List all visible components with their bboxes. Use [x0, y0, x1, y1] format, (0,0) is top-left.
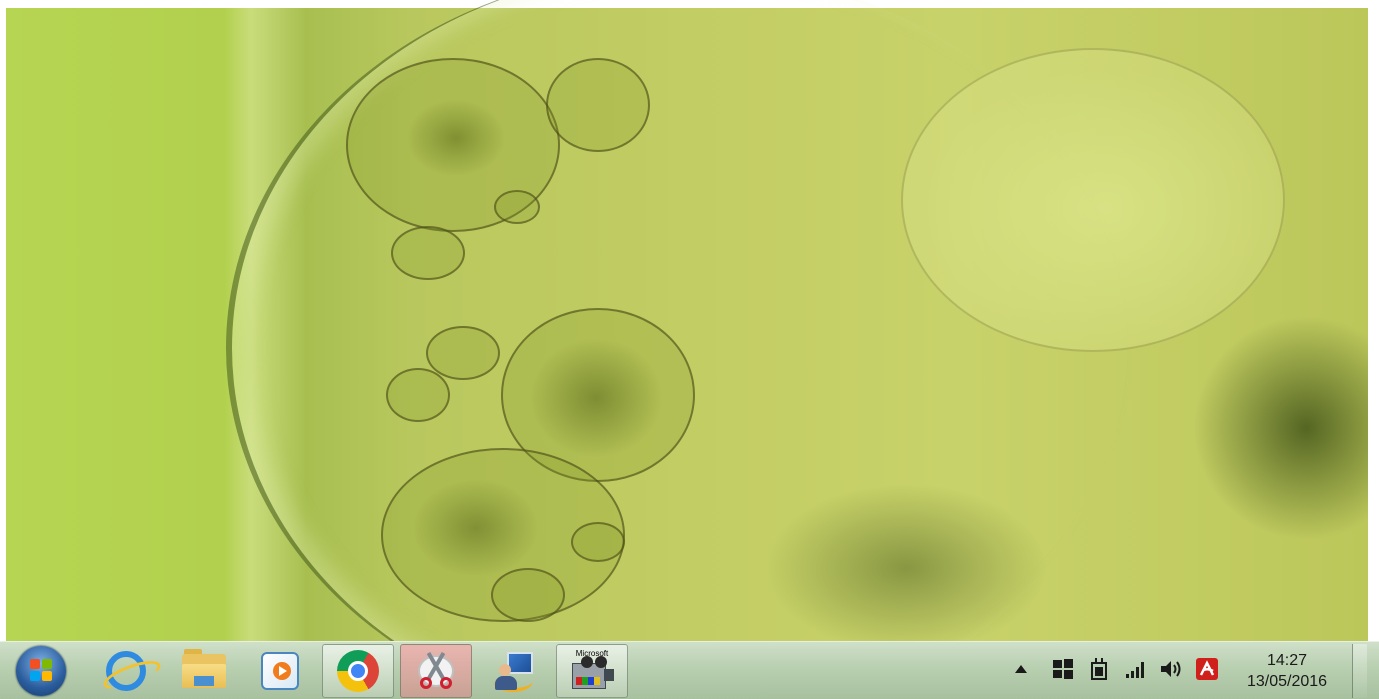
user-app-icon: [493, 650, 535, 692]
vacuole-shape: [494, 190, 540, 224]
system-clock[interactable]: 14:27 13/05/2016: [1232, 650, 1342, 692]
vacuole-shape: [491, 568, 565, 622]
chrome-icon: [337, 650, 379, 692]
snipping-tool-icon: [414, 649, 458, 693]
network-tray-icon[interactable]: [1124, 656, 1146, 682]
windows-flag-icon: [30, 659, 52, 681]
vacuole-shape: [426, 326, 500, 380]
volume-icon: [1161, 661, 1181, 677]
avira-icon: [1196, 658, 1218, 680]
show-hidden-icons-button[interactable]: [1012, 656, 1030, 682]
power-tray-icon[interactable]: [1086, 656, 1112, 682]
taskbar-media-player[interactable]: [244, 644, 316, 698]
taskbar: Microsoft 14:27 13/05/2016: [0, 641, 1379, 699]
windows-flag-tray-icon[interactable]: [1050, 656, 1076, 682]
desktop-wallpaper: [6, 0, 1368, 699]
media-player-icon: [261, 652, 299, 690]
vacuole-shape: [901, 48, 1285, 352]
vacuole-shape: [571, 522, 625, 562]
power-plug-icon: [1091, 658, 1107, 680]
volume-tray-icon[interactable]: [1158, 656, 1184, 682]
avira-tray-icon[interactable]: [1194, 656, 1220, 682]
show-desktop-button[interactable]: [1352, 644, 1367, 698]
clock-date: 13/05/2016: [1246, 673, 1328, 690]
taskbar-user-app[interactable]: [478, 644, 550, 698]
taskbar-internet-explorer[interactable]: [90, 644, 164, 698]
vacuole-shape: [546, 58, 650, 152]
movie-maker-icon: Microsoft: [566, 649, 618, 693]
taskbar-movie-maker[interactable]: Microsoft: [556, 644, 628, 698]
signal-bars-icon: [1126, 662, 1144, 678]
internet-explorer-icon: [100, 651, 164, 695]
taskbar-windows-explorer[interactable]: [168, 644, 240, 698]
start-button[interactable]: [16, 646, 66, 696]
clock-time: 14:27: [1266, 652, 1308, 669]
chevron-up-icon: [1015, 665, 1027, 673]
taskbar-snipping-tool[interactable]: [400, 644, 472, 698]
taskbar-google-chrome[interactable]: [322, 644, 394, 698]
vacuole-shape: [386, 368, 450, 422]
vacuole-shape: [391, 226, 465, 280]
movie-maker-label: Microsoft: [575, 649, 609, 658]
desktop-screen: Microsoft 14:27 13/05/2016: [0, 0, 1379, 699]
windows-flag-icon: [1053, 659, 1073, 679]
folder-icon: [182, 649, 226, 688]
